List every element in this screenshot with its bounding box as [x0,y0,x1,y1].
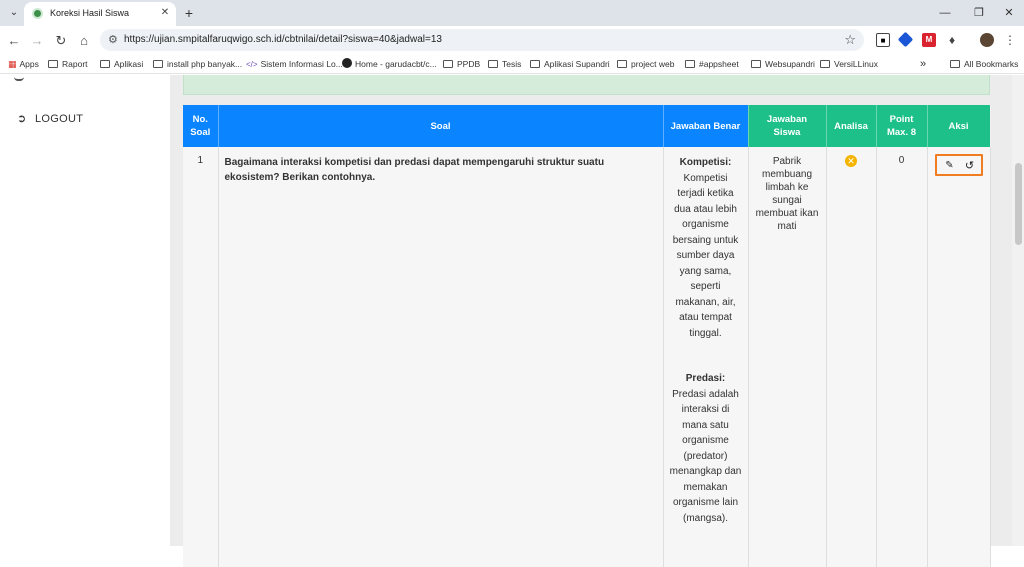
table-header-row: No. Soal Soal Jawaban Benar Jawaban Sisw… [183,105,991,147]
logout-icon: ➲ [17,113,27,125]
page-scrollbar[interactable] [1012,75,1024,546]
folder-icon [443,60,453,68]
site-info-icon[interactable]: ⚙ [108,33,118,46]
site-favicon-icon [32,8,43,19]
new-tab-plus-icon[interactable]: + [180,4,198,22]
forward-arrow-icon[interactable]: → [28,32,46,50]
sidebar-partial-icon [14,77,24,81]
answer-key-label-kompetisi: Kompetisi: [679,157,732,168]
minimize-icon[interactable]: — [932,4,958,22]
row-number: 1 [183,147,219,567]
bookmark-sistem-informasi[interactable]: </> Sistem Informasi Lo... [246,57,343,71]
success-alert [183,75,990,95]
bookmark-aplikasi-supandri[interactable]: Aplikasi Supandri [530,57,610,71]
point-value: 0 [876,147,928,567]
folder-icon [153,60,163,68]
main-content: No. Soal Soal Jawaban Benar Jawaban Sisw… [170,75,1012,567]
bookmark-ppdb[interactable]: PPDB [443,57,480,71]
bookmark-project-web[interactable]: project web [617,57,674,71]
answer-key-label-predasi: Predasi: [685,373,726,384]
scrollbar-thumb[interactable] [1015,163,1022,245]
github-icon [342,58,352,68]
more-menu-icon[interactable]: ⋮ [1003,33,1017,47]
bookmark-versilinux[interactable]: VersiLLinux [820,57,878,71]
question-text: Bagaimana interaksi kompetisi dan predas… [218,147,664,567]
reload-icon[interactable]: ↻ [52,32,70,50]
correction-table: No. Soal Soal Jawaban Benar Jawaban Sisw… [183,105,991,567]
browser-tab[interactable]: Koreksi Hasil Siswa ✕ [24,2,176,26]
bookmark-garudacbt[interactable]: Home - garudacbt/c... [342,57,437,71]
answer-key-text-predasi: Predasi adalah interaksi di mana satu or… [669,388,742,524]
logout-link[interactable]: ➲ LOGOUT [17,112,83,125]
browser-tab-bar: ⌄ Koreksi Hasil Siswa ✕ + — ❐ ✕ [0,0,1024,26]
action-cell: ✎ ↺ [927,147,991,567]
code-icon: </> [246,60,258,69]
analysis-cell: ✕ [826,147,877,567]
bookmark-tesis[interactable]: Tesis [488,57,521,71]
profile-avatar-icon[interactable] [980,33,994,47]
header-no-soal: No. Soal [183,105,219,147]
x-circle-icon: ✕ [845,155,857,167]
tab-list-chevron-icon[interactable]: ⌄ [5,4,23,22]
header-soal: Soal [218,105,664,147]
answer-key: Kompetisi: Kompetisi terjadi ketika dua … [663,147,749,567]
folder-icon [820,60,830,68]
shield-extension-icon[interactable] [897,31,914,48]
tab-close-icon[interactable]: ✕ [158,6,172,20]
header-point: Point Max. 8 [876,105,928,147]
bookmarks-bar: ▦ Apps Raport Aplikasi install php banyak… [0,54,1024,74]
media-extension-icon[interactable]: ■ [876,33,890,47]
address-bar[interactable]: ⚙ https://ujian.smpitalfaruqwigo.sch.id/… [100,29,864,51]
folder-icon [617,60,627,68]
sidebar: ➲ LOGOUT [0,75,170,546]
back-arrow-icon[interactable]: ← [5,32,23,50]
home-icon[interactable]: ⌂ [75,32,93,50]
edit-pencil-icon[interactable]: ✎ [943,159,957,173]
header-analisa: Analisa [826,105,877,147]
header-jawaban-siswa: Jawaban Siswa [748,105,827,147]
address-url[interactable]: https://ujian.smpitalfaruqwigo.sch.id/cb… [124,34,442,45]
header-jawaban-benar: Jawaban Benar [663,105,749,147]
extensions-puzzle-icon[interactable]: ♦ [945,33,959,47]
folder-icon [100,60,110,68]
folder-icon [48,60,58,68]
folder-icon [685,60,695,68]
bookmark-all-bookmarks[interactable]: All Bookmarks [950,57,1018,71]
window-close-icon[interactable]: ✕ [996,4,1022,22]
answer-key-text-kompetisi: Kompetisi terjadi ketika dua atau lebih … [672,172,739,339]
bookmark-aplikasi[interactable]: Aplikasi [100,57,143,71]
pdf-extension-icon[interactable]: M [922,33,936,47]
bookmark-appsheet[interactable]: #appsheet [685,57,739,71]
student-answer: Pabrik membuang limbah ke sungai membuat… [748,147,827,567]
reset-undo-icon[interactable]: ↺ [963,159,977,173]
action-buttons-highlight: ✎ ↺ [934,154,983,176]
table-row: 1 Bagaimana interaksi kompetisi dan pred… [183,147,991,567]
browser-toolbar: ← → ↻ ⌂ ⚙ https://ujian.smpitalfaruqwigo… [0,26,1024,54]
folder-icon [530,60,540,68]
bookmark-apps[interactable]: ▦ Apps [8,57,39,71]
bookmarks-overflow-icon[interactable]: » [920,57,926,71]
bookmark-raport[interactable]: Raport [48,57,88,71]
folder-icon [488,60,498,68]
page: ➲ LOGOUT No. Soal Soal Jawaban Benar Jawa… [0,75,1024,567]
folder-icon [751,60,761,68]
apps-grid-icon: ▦ [8,59,17,69]
folder-icon [950,60,960,68]
tab-title: Koreksi Hasil Siswa [50,8,130,18]
bookmark-star-icon[interactable]: ☆ [844,32,856,48]
header-aksi: Aksi [927,105,991,147]
bookmark-install-php[interactable]: install php banyak... [153,57,242,71]
bookmark-websupandri[interactable]: Websupandri [751,57,815,71]
restore-icon[interactable]: ❐ [966,4,992,22]
